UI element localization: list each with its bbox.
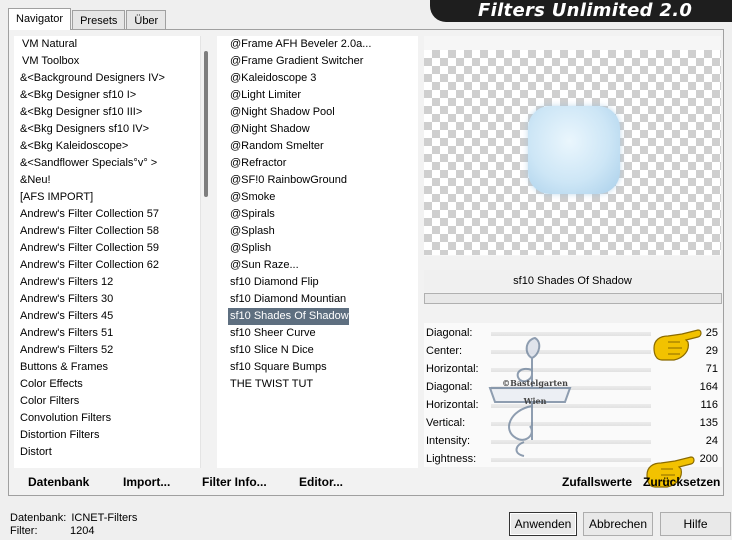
category-item[interactable]: Andrew's Filters 45 <box>20 308 213 325</box>
category-item[interactable]: &<Bkg Kaleidoscope> <box>20 138 213 155</box>
pointing-hand-icon <box>653 329 702 361</box>
database-button[interactable]: Datenbank <box>28 474 89 490</box>
filter-item[interactable]: @SF!0 RainbowGround <box>230 172 418 189</box>
progress-bar <box>424 293 722 304</box>
category-item[interactable]: Convolution Filters <box>20 410 213 427</box>
filter-item[interactable]: @Splish <box>230 240 418 257</box>
title-banner: Filters Unlimited 2.0 <box>430 0 732 22</box>
category-item[interactable]: Andrew's Filters 12 <box>20 274 213 291</box>
random-values-button[interactable]: Zufallswerte <box>562 474 632 490</box>
filter-item[interactable]: @Frame Gradient Switcher <box>230 53 418 70</box>
filter-item[interactable]: @Light Limiter <box>230 87 418 104</box>
category-item[interactable]: Andrew's Filters 52 <box>20 342 213 359</box>
status-db-value: ICNET-Filters <box>71 512 138 524</box>
filter-item[interactable]: sf10 Shades Of Shadow <box>228 308 349 325</box>
parameter-label: Diagonal: <box>426 381 473 393</box>
tab-about[interactable]: Über <box>126 10 167 30</box>
parameter-value[interactable]: 200 <box>700 450 718 468</box>
status-database: Datenbank: ICNET-Filters <box>10 512 137 525</box>
status-filter-label: Filter: <box>10 525 38 537</box>
filter-info-button[interactable]: Filter Info... <box>202 474 267 490</box>
status-filter: Filter: 1204 <box>10 525 94 538</box>
filter-item[interactable]: @Night Shadow <box>230 121 418 138</box>
filter-item[interactable]: sf10 Slice N Dice <box>230 342 418 359</box>
status-filter-value: 1204 <box>70 525 95 537</box>
parameter-value[interactable]: 164 <box>700 378 718 396</box>
status-db-label: Datenbank: <box>10 512 67 524</box>
parameter-label: Center: <box>426 345 463 357</box>
category-item[interactable]: &Neu! <box>20 172 213 189</box>
category-item[interactable]: &<Bkg Designer sf10 III> <box>20 104 213 121</box>
banner-title: Filters Unlimited 2.0 <box>478 0 693 21</box>
filter-item[interactable]: sf10 Square Bumps <box>230 359 418 376</box>
parameter-value[interactable]: 25 <box>706 324 718 342</box>
import-button[interactable]: Import... <box>123 474 170 490</box>
scrollbar-thumb[interactable] <box>204 51 208 197</box>
filter-item[interactable]: sf10 Sheer Curve <box>230 325 418 342</box>
filter-item[interactable]: @Frame AFH Beveler 2.0a... <box>230 36 418 53</box>
editor-button[interactable]: Editor... <box>299 474 343 490</box>
filter-item[interactable]: @Splash <box>230 223 418 240</box>
parameter-value[interactable]: 24 <box>706 432 718 450</box>
category-item[interactable]: VM Toolbox <box>22 53 213 70</box>
category-item[interactable]: Andrew's Filter Collection 62 <box>20 257 213 274</box>
watermark-text: ©Bastelgarten Wien <box>492 378 578 406</box>
help-button[interactable]: Hilfe <box>660 512 731 536</box>
tab-presets[interactable]: Presets <box>72 10 126 30</box>
filter-item[interactable]: THE TWIST TUT <box>230 376 418 393</box>
category-item[interactable]: Andrew's Filter Collection 59 <box>20 240 213 257</box>
filter-item[interactable]: @Smoke <box>230 189 418 206</box>
preview-image <box>528 106 620 194</box>
parameter-value[interactable]: 116 <box>700 396 718 414</box>
tab-bar: Navigator Presets Über <box>8 8 167 30</box>
category-item[interactable]: Andrew's Filters 30 <box>20 291 213 308</box>
category-item[interactable]: Andrew's Filter Collection 57 <box>20 206 213 223</box>
parameter-label: Intensity: <box>426 435 471 447</box>
parameter-label: Lightness: <box>426 453 477 465</box>
category-list[interactable]: VM Natural VM Toolbox &<Background Designe… <box>14 36 213 468</box>
parameter-label: Vertical: <box>426 417 466 429</box>
category-scrollbar[interactable] <box>200 36 213 468</box>
filter-item[interactable]: @Refractor <box>230 155 418 172</box>
reset-button[interactable]: Zurücksetzen <box>643 474 720 490</box>
category-item[interactable]: &<Bkg Designers sf10 IV> <box>20 121 213 138</box>
filter-item[interactable]: @Sun Raze... <box>230 257 418 274</box>
category-item[interactable]: &<Sandflower Specials°v° > <box>20 155 213 172</box>
parameter-label: Horizontal: <box>426 399 479 411</box>
parameter-value[interactable]: 29 <box>706 342 718 360</box>
tab-navigator[interactable]: Navigator <box>8 8 72 30</box>
category-item[interactable]: VM Natural <box>22 36 213 53</box>
category-item[interactable]: Distort <box>20 444 213 461</box>
filter-item[interactable]: sf10 Diamond Flip <box>230 274 418 291</box>
parameter-value[interactable]: 135 <box>700 414 718 432</box>
apply-button[interactable]: Anwenden <box>509 512 577 536</box>
filter-item[interactable]: @Random Smelter <box>230 138 418 155</box>
category-item[interactable]: Buttons & Frames <box>20 359 213 376</box>
parameter-label: Horizontal: <box>426 363 479 375</box>
parameter-label: Diagonal: <box>426 327 473 339</box>
category-item[interactable]: Color Filters <box>20 393 213 410</box>
category-item[interactable]: Color Effects <box>20 376 213 393</box>
watermark-line2: Wien <box>523 396 547 406</box>
filter-item[interactable]: sf10 Diamond Mountian <box>230 291 418 308</box>
category-item[interactable]: &<Background Designers IV> <box>20 70 213 87</box>
parameter-value[interactable]: 71 <box>706 360 718 378</box>
category-item[interactable]: [AFS IMPORT] <box>20 189 213 206</box>
filter-item[interactable]: @Kaleidoscope 3 <box>230 70 418 87</box>
selected-filter-name: sf10 Shades Of Shadow <box>424 270 721 292</box>
cancel-button[interactable]: Abbrechen <box>583 512 653 536</box>
category-item[interactable]: Distortion Filters <box>20 427 213 444</box>
filter-item[interactable]: @Spirals <box>230 206 418 223</box>
watermark-line1: ©Bastelgarten <box>502 378 568 388</box>
filter-item[interactable]: @Night Shadow Pool <box>230 104 418 121</box>
filter-list[interactable]: @Frame AFH Beveler 2.0a... @Frame Gradien… <box>217 36 418 468</box>
category-item[interactable]: &<Bkg Designer sf10 I> <box>20 87 213 104</box>
category-item[interactable]: Andrew's Filter Collection 58 <box>20 223 213 240</box>
category-item[interactable]: Andrew's Filters 51 <box>20 325 213 342</box>
